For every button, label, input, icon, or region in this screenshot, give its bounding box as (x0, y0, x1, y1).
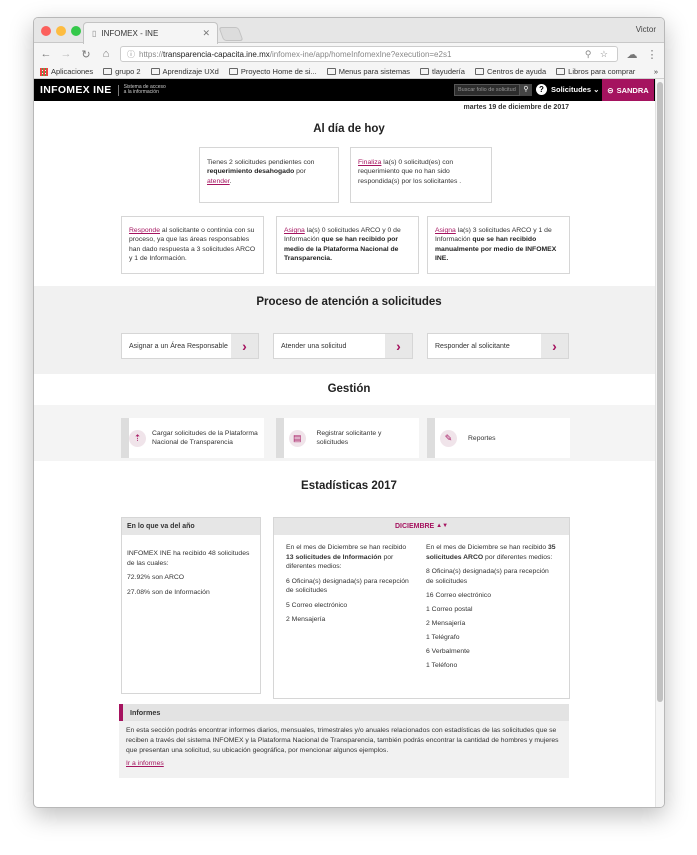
report-icon: ✎ (440, 429, 457, 447)
page-content: INFOMEX INE Sistema de acceso a la inform… (34, 79, 664, 807)
section-title-al-dia: Al día de hoy (313, 123, 385, 135)
chevron-right-icon: › (385, 334, 412, 358)
folder-icon (556, 68, 566, 75)
help-icon[interactable]: ? (536, 84, 547, 95)
zoom-and-star-icons[interactable]: ⚲ ☆ (585, 49, 611, 60)
bookmark-folder[interactable]: Menus para sistemas (326, 67, 410, 76)
url-host: transparencia-capacita.ine.mx (163, 49, 270, 59)
bookmark-folder[interactable]: Libros para comprar (556, 67, 635, 76)
close-window-button[interactable] (41, 26, 51, 36)
search-icon[interactable]: ⚲ (520, 84, 532, 96)
stats-year-header: En lo que va del año (122, 518, 260, 535)
folder-icon (228, 68, 238, 75)
stats-month-box: DICIEMBRE ▲▼ En el mes de Diciembre se h… (273, 517, 570, 699)
bookmarks-bar: Aplicaciones grupo 2 Aprendizaje UXd Pro… (34, 65, 664, 79)
solicitudes-menu[interactable]: Solicitudes ⌄ (551, 85, 599, 94)
section-title-proceso: Proceso de atención a solicitudes (256, 296, 442, 308)
folder-icon (103, 68, 113, 75)
new-tab-button[interactable] (218, 27, 244, 41)
folder-icon (150, 68, 160, 75)
user-menu-button[interactable]: ⊝ SANDRA (602, 79, 654, 101)
chevron-right-icon: › (231, 334, 258, 358)
responde-link[interactable]: Responde (129, 227, 160, 234)
forward-arrow-icon[interactable]: → (60, 48, 72, 60)
user-icon: ⊝ (607, 85, 614, 95)
section-title-gestion: Gestión (327, 383, 371, 395)
step-asignar-button[interactable]: Asignar a un Área Responsable › (121, 333, 259, 359)
section-title-estadisticas: Estadísticas 2017 (301, 480, 397, 492)
bookmark-folder[interactable]: Centros de ayuda (474, 67, 546, 76)
site-logo[interactable]: INFOMEX INE (40, 84, 112, 96)
ir-a-informes-link[interactable]: Ir a informes (126, 760, 164, 767)
back-arrow-icon[interactable]: ← (40, 48, 52, 60)
informes-panel: Informes En esta sección podrás encontra… (119, 704, 569, 778)
scrollbar-thumb[interactable] (657, 82, 663, 702)
summary-card-finaliza: Finaliza la(s) 0 solicitud(es) con reque… (350, 147, 492, 203)
bookmark-folder[interactable]: Proyecto Home de si... (228, 67, 317, 76)
window-controls (41, 26, 81, 36)
menu-kebab-icon[interactable]: ⋮ (646, 48, 658, 61)
tab-close-icon[interactable]: ✕ (202, 28, 210, 39)
profile-name[interactable]: Victor (636, 25, 656, 34)
document-icon: ▤ (288, 429, 306, 447)
atender-link[interactable]: atender (207, 178, 230, 185)
folder-icon (326, 68, 336, 75)
month-selector[interactable]: DICIEMBRE ▲▼ (274, 518, 569, 535)
title-bar: ▯ INFOMEX - INE ✕ Victor (34, 18, 664, 44)
maximize-window-button[interactable] (71, 26, 81, 36)
url-path: /infomex-ine/app/homeInfomexIne?executio… (269, 49, 452, 59)
browser-window: ▯ INFOMEX - INE ✕ Victor ← → ↻ ⌂ ⓘ https… (33, 17, 665, 808)
stats-year-box: En lo que va del año INFOMEX INE ha reci… (121, 517, 261, 694)
browser-tab[interactable]: ▯ INFOMEX - INE ✕ (83, 22, 218, 44)
url-field[interactable]: ⓘ https://transparencia-capacita.ine.mx /… (120, 46, 618, 62)
extension-icon[interactable]: ☁ (626, 48, 638, 61)
informes-title: Informes (119, 704, 569, 721)
stats-arco-column: En el mes de Diciembre se han recibido 3… (426, 544, 556, 669)
step-responder-button[interactable]: Responder al solicitante › (427, 333, 569, 359)
tab-title: INFOMEX - INE (101, 29, 159, 38)
folder-icon (420, 68, 429, 75)
site-header: INFOMEX INE Sistema de acceso a la inform… (34, 79, 664, 101)
upload-icon: ⇡ (129, 429, 146, 447)
summary-card-pendientes: Tienes 2 solicitudes pendientes con requ… (199, 147, 339, 203)
sort-arrows-icon: ▲▼ (436, 522, 449, 529)
url-protocol: https:// (139, 49, 164, 59)
info-icon[interactable]: ⓘ (127, 49, 135, 60)
reload-icon[interactable]: ↻ (80, 48, 92, 61)
page-icon: ▯ (92, 29, 97, 38)
page-scrollbar[interactable] (655, 79, 664, 807)
current-date: martes 19 de diciembre de 2017 (463, 104, 569, 111)
home-icon[interactable]: ⌂ (100, 48, 112, 60)
summary-card-asigna-pnt: Asigna la(s) 0 solicitudes ARCO y 0 de I… (276, 216, 419, 274)
bookmark-folder[interactable]: tlayudería (420, 67, 465, 76)
summary-card-responde: Responde al solicitante o continúa con s… (121, 216, 264, 274)
summary-card-asigna-manual: Asigna la(s) 3 solicitudes ARCO y 1 de I… (427, 216, 570, 274)
bookmark-folder[interactable]: Aprendizaje UXd (150, 67, 219, 76)
informes-text: En esta sección podrás encontrar informe… (126, 727, 559, 754)
apps-grid-icon (40, 67, 48, 76)
bookmark-apps[interactable]: Aplicaciones (40, 67, 93, 76)
minimize-window-button[interactable] (56, 26, 66, 36)
bookmark-folder[interactable]: grupo 2 (103, 67, 141, 76)
address-bar: ← → ↻ ⌂ ⓘ https://transparencia-capacita… (34, 43, 664, 65)
step-atender-button[interactable]: Atender una solicitud › (273, 333, 413, 359)
gestion-reportes-button[interactable]: ✎ Reportes (427, 418, 570, 458)
asigna-manual-link[interactable]: Asigna (435, 227, 456, 234)
gestion-cargar-button[interactable]: ⇡ Cargar solicitudes de la Plataforma Na… (121, 418, 264, 458)
chevron-down-icon: ⌄ (593, 85, 600, 94)
asigna-pnt-link[interactable]: Asigna (284, 227, 305, 234)
stats-info-column: En el mes de Diciembre se han recibido 1… (286, 544, 409, 623)
folio-search-input[interactable]: Buscar folio de solicitud (454, 84, 520, 96)
bookmarks-overflow-icon[interactable]: » (654, 67, 658, 76)
folder-icon (474, 68, 484, 75)
chevron-right-icon: › (541, 334, 568, 358)
gestion-registrar-button[interactable]: ▤ Registrar solicitante y solicitudes (276, 418, 419, 458)
logo-subtitle: Sistema de acceso a la información (117, 84, 166, 96)
finaliza-link[interactable]: Finaliza (358, 159, 381, 166)
